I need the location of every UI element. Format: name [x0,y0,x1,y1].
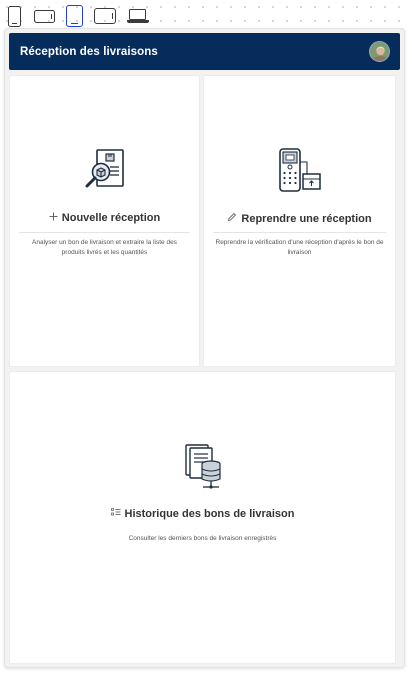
laptop-icon[interactable] [127,8,149,24]
tablet-landscape-icon[interactable] [94,8,116,24]
resume-reception-label: Reprendre une réception [241,213,372,225]
user-avatar[interactable] [369,41,390,62]
pencil-icon [227,212,237,225]
barcode-scanner-package-icon [278,148,321,192]
new-reception-label: Nouvelle réception [61,212,161,224]
resume-reception-title: Reprendre une réception [204,212,395,225]
plus-icon [49,212,58,224]
tablet-portrait-icon[interactable] [66,5,83,27]
divider [213,232,386,233]
documents-database-icon [184,444,221,489]
app-header: Réception des livraisons [9,33,400,70]
resume-reception-description: Reprendre la vérification d'une réceptio… [215,239,384,256]
app-title: Réception des livraisons [20,45,158,58]
new-reception-description: Analyser un bon de livraison et extraire… [32,239,177,256]
phone-landscape-icon[interactable] [34,9,55,23]
app-frame: Réception des livraisons Nouvelle récept… [4,28,405,668]
divider [19,232,190,233]
history-description: Consulter les derniers bons de livraison… [128,535,277,542]
new-reception-title: Nouvelle réception [10,212,199,224]
device-preview-toolbar [8,4,149,28]
history-card[interactable]: Historique des bons de livraison Consult… [9,371,396,664]
history-label: Historique des bons de livraison [124,508,295,520]
list-icon [110,508,121,520]
document-search-package-icon [85,149,124,188]
phone-portrait-icon[interactable] [8,5,21,27]
resume-reception-card[interactable]: Reprendre une réception Reprendre la vér… [203,75,396,367]
history-title: Historique des bons de livraison [10,508,395,520]
new-reception-card[interactable]: Nouvelle réception Analyser un bon de li… [9,75,200,367]
